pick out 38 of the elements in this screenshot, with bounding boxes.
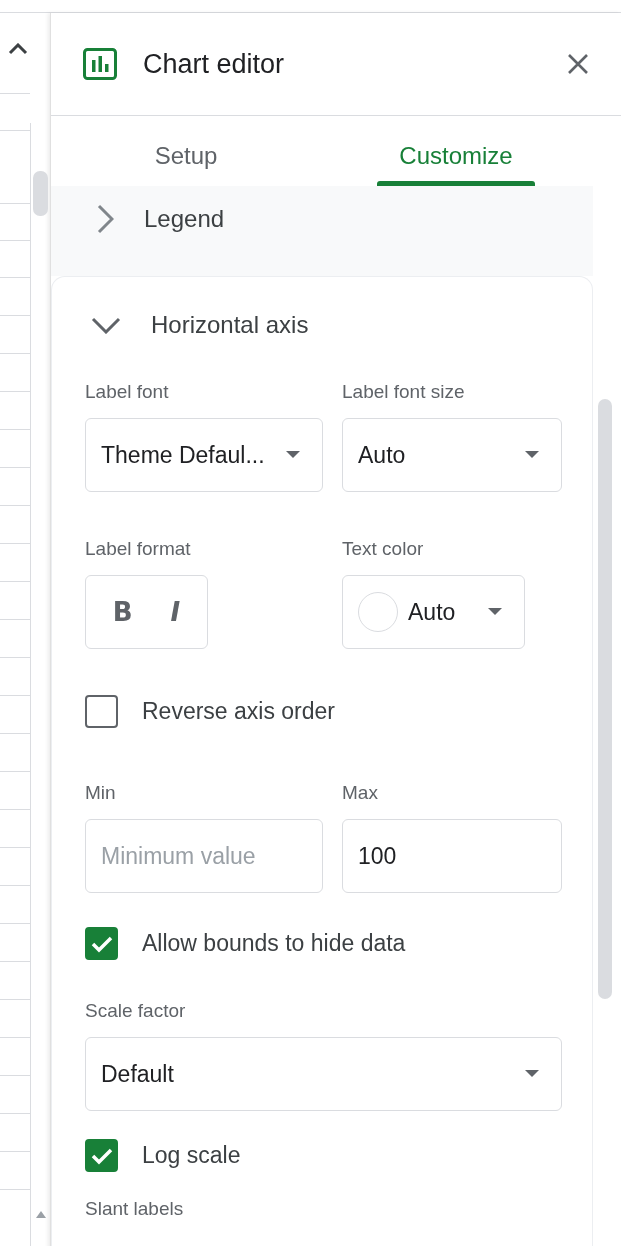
field-label: Label font (85, 381, 170, 403)
dropdown-caret-icon (286, 451, 300, 459)
color-dropdown[interactable]: Auto (342, 575, 525, 649)
tab[interactable]: Setup (51, 116, 321, 186)
min-input-field[interactable]: Minimum value (85, 819, 323, 893)
section-header[interactable]: Horizontal axis (91, 311, 309, 339)
legend-section-header[interactable]: Legend (97, 204, 225, 234)
dropdown-caret-icon (488, 608, 502, 616)
tab[interactable]: Customize (321, 116, 591, 186)
caret-up-icon[interactable] (8, 43, 28, 55)
panel-title: Chart editor (143, 48, 286, 80)
font-size-dropdown[interactable]: Auto (342, 418, 562, 492)
italic-button[interactable]: I (164, 595, 187, 629)
field-label: Max (342, 782, 379, 804)
bold-button[interactable]: B (106, 595, 139, 629)
field-label: Scale factor (85, 1000, 187, 1022)
font-dropdown[interactable]: Theme Defaul... (85, 418, 323, 492)
checkbox-label: Log scale (142, 1142, 241, 1169)
checkbox-label: Allow bounds to hide data (142, 930, 406, 957)
scrollbar-thumb[interactable] (598, 399, 612, 999)
max-input-field[interactable]: 100 (342, 819, 562, 893)
checkbox-label: Reverse axis order (142, 698, 336, 725)
field-label: Label format (85, 538, 192, 560)
field-label: Slant labels (85, 1198, 185, 1220)
checkbox[interactable] (85, 695, 118, 728)
checkmark-icon (90, 934, 113, 953)
scroll-up-arrow-icon[interactable] (36, 1211, 46, 1218)
checkmark-icon (90, 1146, 113, 1165)
chart-icon (83, 48, 117, 80)
field-label: Label font size (342, 381, 466, 403)
checkbox[interactable] (85, 927, 118, 960)
dropdown-caret-icon (525, 1070, 539, 1078)
field-label: Text color (342, 538, 425, 560)
checkbox[interactable] (85, 1139, 118, 1172)
scale-factor-dropdown[interactable]: Default (85, 1037, 562, 1111)
scrollbar-thumb[interactable] (33, 171, 48, 216)
field-label: Min (85, 782, 117, 804)
dropdown-caret-icon (525, 451, 539, 459)
